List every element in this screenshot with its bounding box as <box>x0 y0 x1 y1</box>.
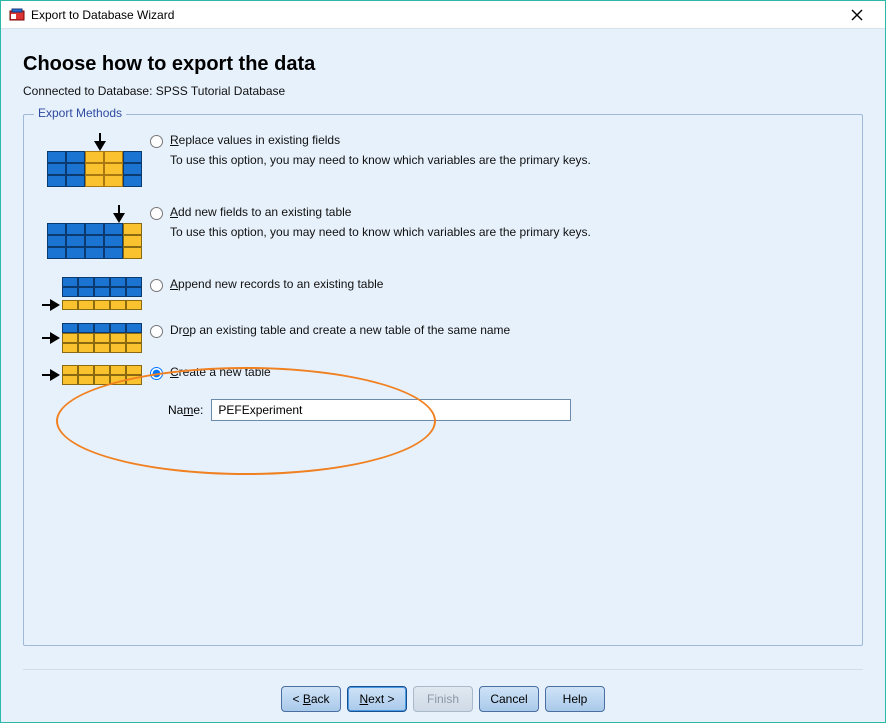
radio-drop[interactable] <box>150 325 163 338</box>
wizard-footer: < Back Next > Finish Cancel Help <box>1 686 885 712</box>
option-addfields-row: Add new fields to an existing table To u… <box>38 205 848 259</box>
export-methods-group: Export Methods Replace values in existin… <box>23 114 863 646</box>
close-icon[interactable] <box>837 3 877 27</box>
window-title: Export to Database Wizard <box>31 8 174 22</box>
help-button[interactable]: Help <box>545 686 605 712</box>
replace-graphic <box>38 133 150 187</box>
title-bar: Export to Database Wizard <box>1 1 885 29</box>
radio-replace[interactable] <box>150 135 163 148</box>
back-button[interactable]: < Back <box>281 686 341 712</box>
radio-append-label[interactable]: Append new records to an existing table <box>170 277 848 291</box>
cancel-button[interactable]: Cancel <box>479 686 539 712</box>
radio-addfields[interactable] <box>150 207 163 220</box>
addfields-hint: To use this option, you may need to know… <box>170 225 848 239</box>
replace-hint: To use this option, you may need to know… <box>170 153 848 167</box>
option-append-row: Append new records to an existing table <box>38 277 848 311</box>
append-graphic <box>38 277 150 311</box>
name-label: Name: <box>168 403 203 417</box>
radio-append[interactable] <box>150 279 163 292</box>
name-row: Name: <box>168 399 848 421</box>
footer-divider <box>23 669 863 670</box>
radio-create-label[interactable]: Create a new table <box>170 365 848 379</box>
radio-replace-label[interactable]: Replace values in existing fields <box>170 133 848 147</box>
addfields-graphic <box>38 205 150 259</box>
option-drop-row: Drop an existing table and create a new … <box>38 323 848 353</box>
group-legend: Export Methods <box>34 106 126 120</box>
create-graphic <box>38 365 150 385</box>
connected-status: Connected to Database: SPSS Tutorial Dat… <box>23 84 863 98</box>
drop-graphic <box>38 323 150 353</box>
radio-create[interactable] <box>150 367 163 380</box>
next-button[interactable]: Next > <box>347 686 407 712</box>
app-icon <box>9 7 25 23</box>
page-title: Choose how to export the data <box>23 53 863 76</box>
option-create-row: Create a new table <box>38 365 848 385</box>
option-replace-row: Replace values in existing fields To use… <box>38 133 848 187</box>
finish-button[interactable]: Finish <box>413 686 473 712</box>
radio-drop-label[interactable]: Drop an existing table and create a new … <box>170 323 848 337</box>
radio-addfields-label[interactable]: Add new fields to an existing table <box>170 205 848 219</box>
new-table-name-input[interactable] <box>211 399 571 421</box>
